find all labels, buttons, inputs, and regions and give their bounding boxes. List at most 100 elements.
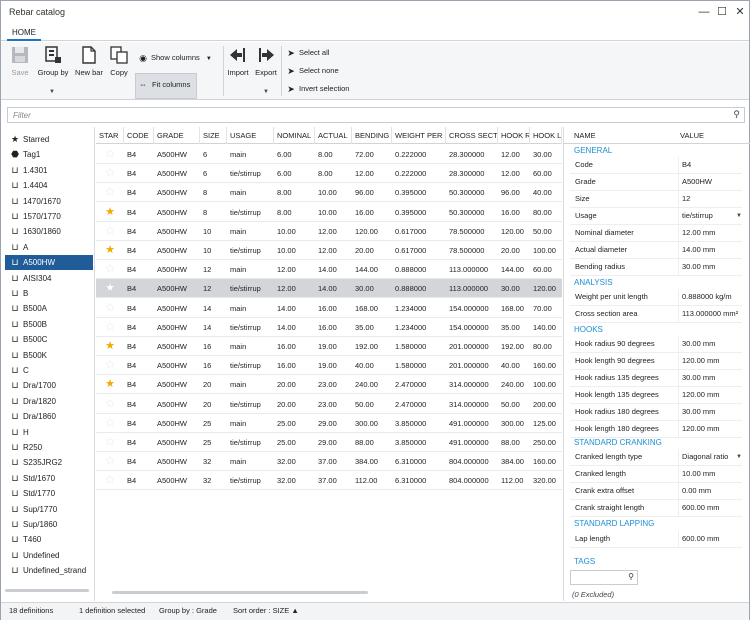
table-row[interactable]: ★ B4 A500HW 32 tie/stirrup 32.00 37.00 112.00 6.… <box>96 471 562 491</box>
table-row[interactable]: ★ B4 A500HW 20 main 20.00 23.00 240.00 2.470000 3… <box>96 375 562 395</box>
tree-item[interactable]: ⊔ C <box>5 363 93 378</box>
table-row[interactable]: ★ B4 A500HW 20 tie/stirrup 20.00 23.00 50.00 2.4… <box>96 395 562 414</box>
horizontal-scrollbar[interactable] <box>112 591 368 594</box>
tree-item[interactable]: ⊔ Std/1670 <box>5 471 93 486</box>
property-value[interactable]: B4 <box>678 157 744 173</box>
tree-item[interactable]: ⊔ Undefined_strand <box>5 563 93 578</box>
table-row[interactable]: ★ B4 A500HW 6 tie/stirrup 6.00 8.00 12.00 0.2220… <box>96 164 562 184</box>
tree-item[interactable]: ⊔ Sup/1860 <box>5 517 93 532</box>
table-row[interactable]: ★ B4 A500HW 25 tie/stirrup 25.00 29.00 88.00 3.8… <box>96 433 562 452</box>
property-row-hook-radius-180[interactable]: Hook radius 180 degrees 30.00 mm <box>570 404 742 421</box>
section-standard-lapping[interactable]: STANDARD LAPPING <box>574 519 654 531</box>
tree-item[interactable]: ⊔ Std/1770 <box>5 486 93 501</box>
property-value[interactable]: 14.00 mm <box>678 242 744 258</box>
star-empty-icon[interactable]: ★ <box>96 318 124 337</box>
property-value[interactable]: 30.00 mm <box>678 259 744 275</box>
invert-selection-button[interactable]: ➤ Invert selection <box>285 82 349 96</box>
property-row-actual-diameter[interactable]: Actual diameter 14.00 mm <box>570 242 742 259</box>
tree-item[interactable]: ⊔ Dra/1860 <box>5 409 93 424</box>
chevron-down-icon[interactable]: ▼ <box>736 208 742 224</box>
property-value[interactable]: A500HW <box>678 174 744 190</box>
property-row-bending-radius[interactable]: Bending radius 30.00 mm <box>570 259 742 276</box>
table-row[interactable]: ★ B4 A500HW 6 main 6.00 8.00 72.00 0.222000 28.30… <box>96 145 562 164</box>
copy-button[interactable]: Copy <box>107 45 131 77</box>
select-none-button[interactable]: ➤ Select none <box>285 64 338 78</box>
property-value[interactable]: 30.00 mm <box>678 336 744 352</box>
star-filled-icon[interactable]: ★ <box>96 203 124 222</box>
column-header-cross-sect[interactable]: CROSS SECT <box>446 127 498 144</box>
star-empty-icon[interactable]: ★ <box>96 471 124 490</box>
tree-item[interactable]: ⊔ A500HW <box>5 255 93 271</box>
column-header-weight-per[interactable]: WEIGHT PER <box>392 127 446 144</box>
property-row-cranked-length-type[interactable]: Cranked length type Diagonal ratio ▼ <box>570 449 742 466</box>
tree-item[interactable]: ⊔ H <box>5 425 93 440</box>
column-header-grade[interactable]: GRADE <box>154 127 200 144</box>
property-value[interactable]: 120.00 mm <box>678 353 744 369</box>
property-row-weight[interactable]: Weight per unit length 0.888000 kg/m <box>570 289 742 306</box>
property-value[interactable]: 600.00 mm <box>678 500 744 516</box>
property-value[interactable]: 30.00 mm <box>678 404 744 420</box>
group-by-button[interactable]: Group by <box>35 45 71 77</box>
column-header-hook-l[interactable]: HOOK L <box>530 127 562 144</box>
search-icon[interactable]: ⚲ <box>733 109 740 120</box>
group-by-dropdown-icon[interactable]: ▼ <box>49 89 55 95</box>
tree-item[interactable]: ⊔ Sup/1770 <box>5 502 93 517</box>
table-row[interactable]: ★ B4 A500HW 10 main 10.00 12.00 120.00 0.617000 7… <box>96 222 562 241</box>
minimize-button[interactable]: — <box>697 5 711 19</box>
star-empty-icon[interactable]: ★ <box>96 299 124 318</box>
close-button[interactable]: ✕ <box>733 5 747 19</box>
property-value[interactable]: 12 <box>678 191 744 207</box>
star-empty-icon[interactable]: ★ <box>96 260 124 279</box>
export-button[interactable]: Export <box>253 45 279 77</box>
star-empty-icon[interactable]: ★ <box>96 395 124 414</box>
property-row-hook-radius-135[interactable]: Hook radius 135 degrees 30.00 mm <box>570 370 742 387</box>
tree-item[interactable]: ⊔ 1470/1670 <box>5 194 93 209</box>
maximize-button[interactable]: ☐ <box>715 5 729 19</box>
tree-item[interactable]: ⊔ A <box>5 240 93 255</box>
property-value[interactable]: 600.00 mm <box>678 531 744 547</box>
table-row[interactable]: ★ B4 A500HW 25 main 25.00 29.00 300.00 3.850000 4… <box>96 414 562 433</box>
tree-item[interactable]: ⊔ 1.4301 <box>5 163 93 178</box>
star-empty-icon[interactable]: ★ <box>96 414 124 433</box>
new-bar-button[interactable]: New bar <box>73 45 105 77</box>
tree-item[interactable]: ⬣ Tag1 <box>5 147 93 162</box>
table-row[interactable]: ★ B4 A500HW 16 main 16.00 19.00 192.00 1.580000 2… <box>96 337 562 356</box>
table-row[interactable]: ★ B4 A500HW 8 main 8.00 10.00 96.00 0.395000 50.3… <box>96 183 562 203</box>
table-row[interactable]: ★ B4 A500HW 10 tie/stirrup 10.00 12.00 20.00 0.6… <box>96 241 562 260</box>
star-empty-icon[interactable]: ★ <box>96 452 124 471</box>
star-empty-icon[interactable]: ★ <box>96 433 124 452</box>
chevron-down-icon[interactable]: ▼ <box>736 449 742 465</box>
star-filled-icon[interactable]: ★ <box>96 241 124 260</box>
property-value[interactable]: 10.00 mm <box>678 466 744 482</box>
filter-input[interactable] <box>8 108 708 122</box>
column-header-actual[interactable]: ACTUAL <box>315 127 352 144</box>
property-row-grade[interactable]: Grade A500HW <box>570 174 742 191</box>
property-row-usage[interactable]: Usage tie/stirrup ▼ <box>570 208 742 225</box>
tree-item[interactable]: ⊔ B <box>5 286 93 301</box>
table-row[interactable]: ★ B4 A500HW 14 tie/stirrup 14.00 16.00 35.00 1.2… <box>96 318 562 337</box>
property-value[interactable]: 30.00 mm <box>678 370 744 386</box>
property-row-lap-length[interactable]: Lap length 600.00 mm <box>570 531 742 548</box>
property-row-size[interactable]: Size 12 <box>570 191 742 208</box>
star-empty-icon[interactable]: ★ <box>96 356 124 375</box>
property-value[interactable]: 0.00 mm <box>678 483 744 499</box>
star-empty-icon[interactable]: ★ <box>96 145 124 164</box>
tree-item[interactable]: ⊔ R250 <box>5 440 93 455</box>
star-empty-icon[interactable]: ★ <box>96 183 124 202</box>
star-empty-icon[interactable]: ★ <box>96 222 124 241</box>
tree-item[interactable]: ⊔ Undefined <box>5 548 93 563</box>
export-dropdown-icon[interactable]: ▼ <box>263 89 269 95</box>
property-value[interactable]: 0.888000 kg/m <box>678 289 744 305</box>
property-row-hook-length-135[interactable]: Hook length 135 degrees 120.00 mm <box>570 387 742 404</box>
fit-columns-button[interactable]: ⇔ Fit columns <box>135 73 197 99</box>
star-filled-icon[interactable]: ★ <box>96 337 124 356</box>
column-header-star[interactable]: STAR <box>96 127 124 144</box>
property-row-hook-length-180[interactable]: Hook length 180 degrees 120.00 mm <box>570 421 742 438</box>
property-value[interactable]: 120.00 mm <box>678 387 744 403</box>
column-header-hook-r[interactable]: HOOK R <box>498 127 530 144</box>
tree-item[interactable]: ⊔ 1.4404 <box>5 178 93 193</box>
property-row-crank-straight-length[interactable]: Crank straight length 600.00 mm <box>570 500 742 517</box>
tree-item[interactable]: ⊔ Dra/1820 <box>5 394 93 409</box>
property-value[interactable]: 12.00 mm <box>678 225 744 241</box>
property-value[interactable]: 120.00 mm <box>678 421 744 437</box>
